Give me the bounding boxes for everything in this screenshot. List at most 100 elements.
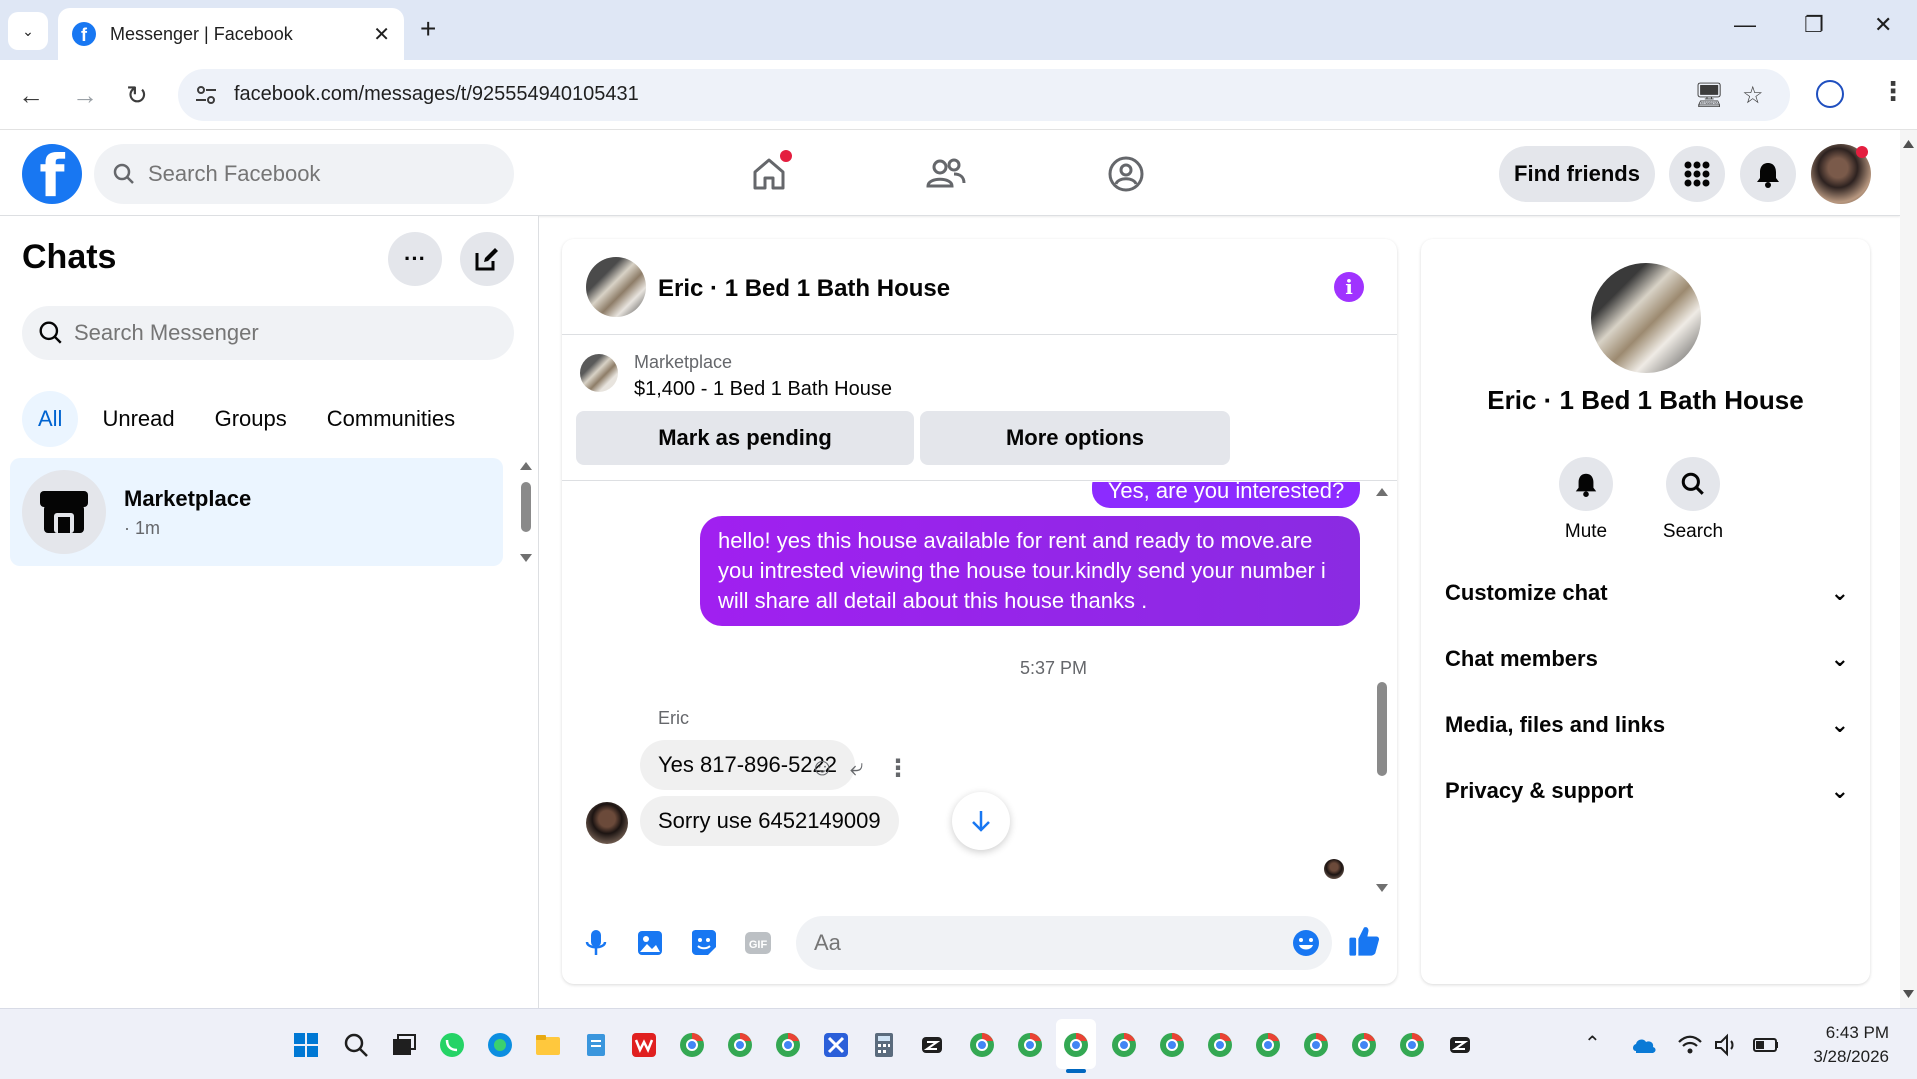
chrome-profile-icon[interactable] (1302, 1031, 1330, 1059)
calculator-icon[interactable] (870, 1031, 898, 1059)
edge-icon[interactable] (486, 1031, 514, 1059)
gif-icon[interactable]: GIF (742, 927, 774, 959)
search-action[interactable]: Search (1643, 457, 1743, 543)
photo-icon[interactable] (634, 927, 666, 959)
conversation-scrollbar[interactable] (1374, 482, 1390, 902)
browser-tab-messenger[interactable]: f Messenger | Facebook ✕ (58, 8, 404, 60)
window-close-button[interactable]: ✕ (1874, 12, 1892, 38)
task-view-icon[interactable] (390, 1031, 418, 1059)
facebook-logo-icon[interactable]: f (22, 144, 82, 204)
filter-groups[interactable]: Groups (199, 391, 303, 447)
app-icon[interactable] (918, 1031, 946, 1059)
mark-as-pending-button[interactable]: Mark as pending (576, 411, 914, 465)
chat-item-marketplace[interactable]: Marketplace · 1m (10, 458, 503, 566)
message-bubble-incoming[interactable]: Sorry use 6452149009 (640, 796, 899, 846)
tab-search-button[interactable]: ⌄ (8, 12, 48, 50)
reload-button[interactable]: ↻ (126, 80, 148, 110)
conversation-info-icon[interactable]: i (1334, 272, 1364, 302)
chrome-profile-icon[interactable] (1398, 1031, 1426, 1059)
chrome-profile-icon[interactable] (1158, 1031, 1186, 1059)
facebook-search[interactable] (94, 144, 514, 204)
sticker-icon[interactable] (688, 927, 720, 959)
message-input-box[interactable] (796, 916, 1332, 970)
groups-icon[interactable] (1102, 150, 1150, 198)
message-bubble-outgoing[interactable]: Yes, are you interested? (1092, 482, 1360, 508)
chrome-profile-icon[interactable] (1350, 1031, 1378, 1059)
chrome-icon[interactable] (678, 1031, 706, 1059)
restore-button[interactable]: ❐ (1804, 12, 1824, 38)
start-windows-icon[interactable] (292, 1031, 320, 1059)
facebook-search-input[interactable] (148, 161, 488, 187)
chrome-profile-icon[interactable] (1206, 1031, 1234, 1059)
messenger-search-input[interactable] (74, 320, 494, 346)
notifications-button[interactable] (1740, 146, 1796, 202)
messenger-search[interactable] (22, 306, 514, 360)
details-avatar[interactable] (1591, 263, 1701, 373)
chrome-profile-icon[interactable] (1016, 1031, 1044, 1059)
battery-icon[interactable] (1752, 1031, 1780, 1059)
minimize-button[interactable]: — (1734, 12, 1756, 38)
reply-icon[interactable]: ⤶ (850, 754, 863, 782)
find-friends-button[interactable]: Find friends (1499, 146, 1655, 202)
mute-action[interactable]: Mute (1536, 457, 1636, 543)
taskbar-date[interactable]: 3/28/2026 (1799, 1047, 1889, 1067)
menu-button[interactable] (1669, 146, 1725, 202)
tab-close-icon[interactable]: ✕ (373, 22, 390, 47)
browser-profile-icon[interactable] (1816, 80, 1844, 108)
wifi-icon[interactable] (1676, 1031, 1704, 1059)
chrome-active-icon[interactable] (1062, 1031, 1090, 1059)
chrome-profile-icon[interactable] (968, 1031, 996, 1059)
bookmark-star-icon[interactable]: ☆ (1742, 81, 1764, 110)
filter-unread[interactable]: Unread (86, 391, 190, 447)
install-app-icon[interactable]: 🖥 (1694, 81, 1724, 110)
more-options-button[interactable]: More options (920, 411, 1230, 465)
show-hidden-icons-icon[interactable]: ⌃ (1584, 1031, 1601, 1056)
conversation-avatar[interactable] (586, 257, 646, 317)
volume-icon[interactable] (1712, 1031, 1740, 1059)
conversation-header: Eric · 1 Bed 1 Bath House i (562, 239, 1397, 335)
taskbar-search-icon[interactable] (342, 1031, 370, 1059)
onedrive-icon[interactable] (1630, 1031, 1658, 1059)
privacy-support-section[interactable]: Privacy & support ⌄ (1445, 771, 1849, 811)
taskbar-time[interactable]: 6:43 PM (1805, 1023, 1889, 1043)
page-scrollbar[interactable] (1900, 130, 1917, 1008)
message-input[interactable] (814, 930, 1254, 956)
chats-options-button[interactable]: ··· (388, 232, 442, 286)
scroll-to-bottom-button[interactable] (952, 792, 1010, 850)
notepad-icon[interactable] (582, 1031, 610, 1059)
listing-thumbnail[interactable] (580, 354, 618, 392)
whatsapp-icon[interactable] (438, 1031, 466, 1059)
friends-icon[interactable] (922, 150, 970, 198)
app-icon[interactable] (1446, 1031, 1474, 1059)
filter-communities[interactable]: Communities (311, 391, 471, 447)
new-message-button[interactable] (460, 232, 514, 286)
forward-button[interactable]: → (72, 80, 98, 110)
customize-chat-section[interactable]: Customize chat ⌄ (1445, 573, 1849, 613)
conversation-title[interactable]: Eric · 1 Bed 1 Bath House (658, 275, 950, 303)
site-settings-icon[interactable] (194, 83, 218, 107)
chat-item-name: Marketplace (124, 486, 252, 511)
listing-price-title[interactable]: $1,400 - 1 Bed 1 Bath House (634, 378, 892, 401)
thumbs-up-icon[interactable] (1346, 923, 1382, 959)
chat-members-section[interactable]: Chat members ⌄ (1445, 639, 1849, 679)
chrome-profile-icon[interactable] (726, 1031, 754, 1059)
chrome-profile-icon[interactable] (1254, 1031, 1282, 1059)
app-icon[interactable] (822, 1031, 850, 1059)
message-bubble-outgoing[interactable]: hello! yes this house available for rent… (700, 516, 1360, 626)
chrome-profile-icon[interactable] (1110, 1031, 1138, 1059)
chrome-profile-icon[interactable] (774, 1031, 802, 1059)
message-more-icon[interactable]: ⋮ (886, 754, 910, 783)
sender-avatar[interactable] (586, 802, 628, 844)
microphone-icon[interactable] (580, 927, 612, 959)
wps-office-icon[interactable] (630, 1031, 658, 1059)
file-explorer-icon[interactable] (534, 1031, 562, 1059)
media-files-links-section[interactable]: Media, files and links ⌄ (1445, 705, 1849, 745)
filter-all[interactable]: All (22, 391, 79, 447)
new-tab-button[interactable]: + (420, 14, 436, 44)
back-button[interactable]: ← (18, 80, 44, 110)
react-emoji-icon[interactable]: ☺ (810, 754, 835, 782)
browser-menu-icon[interactable]: ⋮ (1880, 76, 1906, 107)
address-bar[interactable]: facebook.com/messages/t/925554940105431 … (178, 69, 1790, 121)
emoji-icon[interactable] (1290, 927, 1322, 959)
sidebar-scrollbar[interactable] (518, 460, 534, 566)
